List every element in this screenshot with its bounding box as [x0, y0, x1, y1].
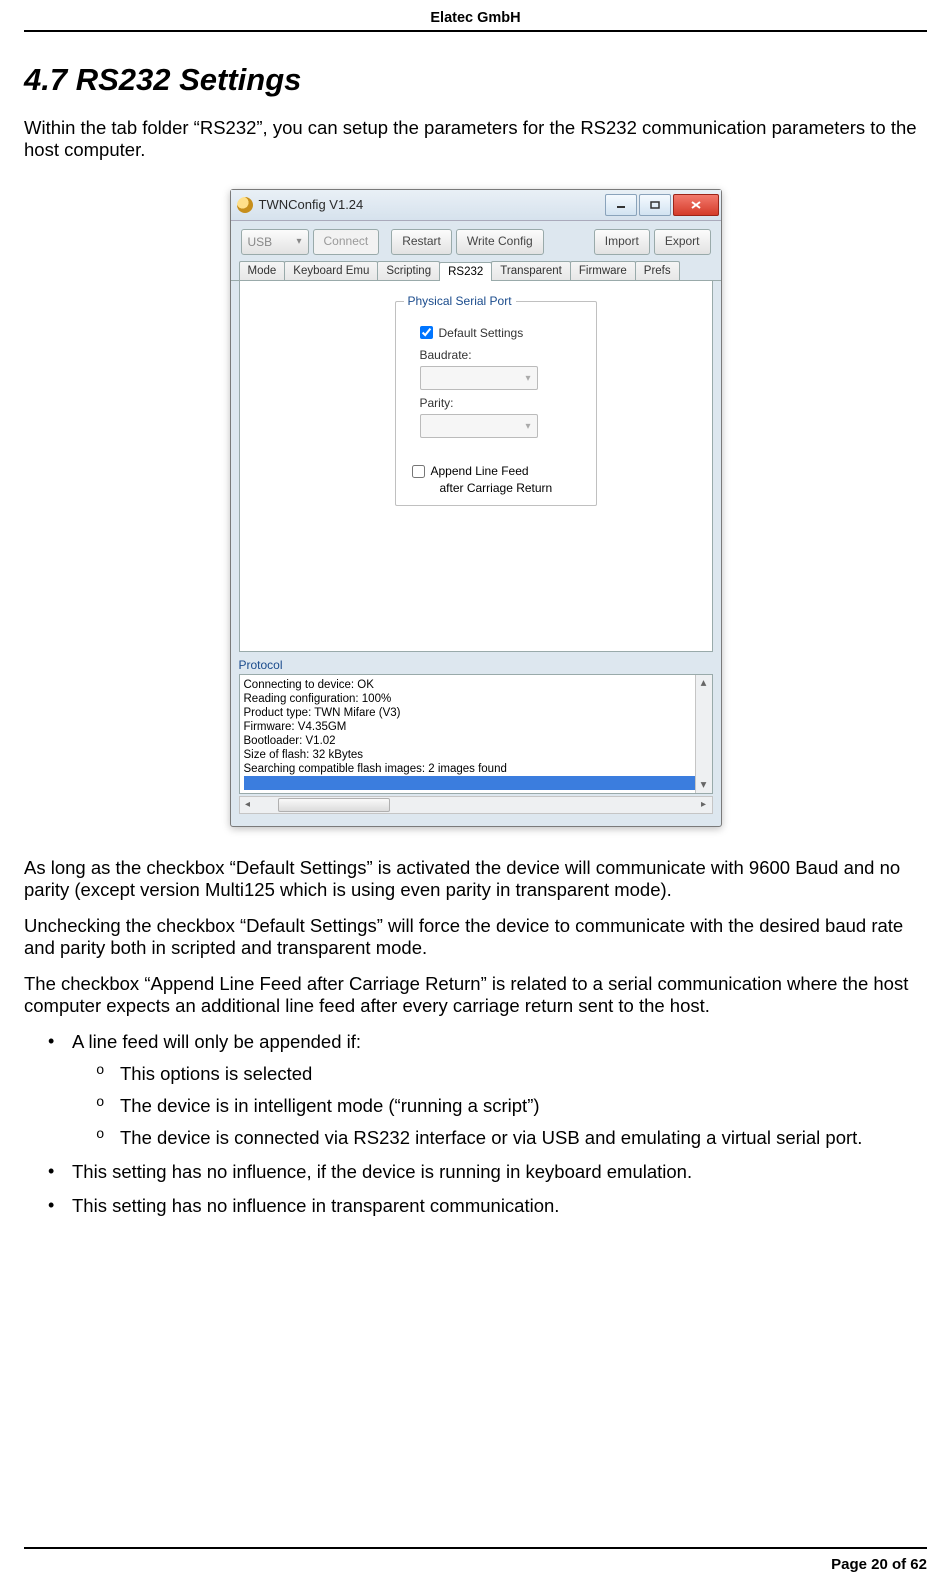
- tab-content: Physical Serial Port Default Settings Ba…: [239, 281, 713, 652]
- sub-bullet-item: The device is connected via RS232 interf…: [72, 1127, 927, 1149]
- connection-select[interactable]: USB: [241, 229, 309, 255]
- groupbox-title: Physical Serial Port: [404, 294, 516, 308]
- scroll-thumb[interactable]: [278, 798, 390, 812]
- protocol-line: Searching compatible flash images: 2 ima…: [244, 762, 708, 776]
- scroll-right-icon[interactable]: ▸: [696, 799, 712, 810]
- restart-button[interactable]: Restart: [391, 229, 452, 255]
- baudrate-label: Baudrate:: [420, 348, 586, 362]
- app-icon: [237, 197, 253, 213]
- paragraph-3: The checkbox “Append Line Feed after Car…: [24, 973, 927, 1017]
- tab-keyboard-emu[interactable]: Keyboard Emu: [284, 261, 378, 280]
- append-lf-label-line1: Append Line Feed: [431, 464, 529, 478]
- protocol-vertical-scrollbar[interactable]: ▴ ▾: [695, 675, 712, 793]
- protocol-line: Connecting to device: OK: [244, 678, 708, 692]
- protocol-line: Product type: TWN Mifare (V3): [244, 706, 708, 720]
- paragraph-2: Unchecking the checkbox “Default Setting…: [24, 915, 927, 959]
- protocol-box: Connecting to device: OK Reading configu…: [239, 674, 713, 794]
- tab-firmware[interactable]: Firmware: [570, 261, 636, 280]
- header-rule: [24, 30, 927, 32]
- append-lf-checkbox-input[interactable]: [412, 465, 425, 478]
- default-settings-label: Default Settings: [439, 326, 524, 340]
- maximize-button[interactable]: [639, 194, 671, 216]
- scroll-up-icon[interactable]: ▴: [696, 675, 712, 691]
- default-settings-checkbox[interactable]: Default Settings: [420, 326, 524, 340]
- scroll-left-icon[interactable]: ◂: [240, 799, 256, 810]
- section-heading: 4.7 RS232 Settings: [24, 62, 927, 98]
- tab-scripting[interactable]: Scripting: [377, 261, 440, 280]
- export-button[interactable]: Export: [654, 229, 711, 255]
- protocol-label: Protocol: [239, 658, 713, 672]
- append-lf-checkbox[interactable]: Append Line Feed: [412, 464, 529, 478]
- protocol-line: Reading configuration: 100%: [244, 692, 708, 706]
- tab-strip: Mode Keyboard Emu Scripting RS232 Transp…: [231, 261, 721, 281]
- sub-bullet-item: This options is selected: [72, 1063, 927, 1085]
- import-button[interactable]: Import: [594, 229, 650, 255]
- parity-select[interactable]: [420, 414, 538, 438]
- tab-prefs[interactable]: Prefs: [635, 261, 680, 280]
- toolbar: USB Connect Restart Write Config Import …: [231, 221, 721, 259]
- connect-button[interactable]: Connect: [313, 229, 380, 255]
- minimize-button[interactable]: [605, 194, 637, 216]
- protocol-horizontal-scrollbar[interactable]: ◂ ▸: [239, 796, 713, 814]
- write-config-button[interactable]: Write Config: [456, 229, 544, 255]
- scroll-down-icon[interactable]: ▾: [696, 777, 712, 793]
- footer-rule: [24, 1547, 927, 1549]
- protocol-line: Firmware: V4.35GM: [244, 720, 708, 734]
- close-button[interactable]: [673, 194, 719, 216]
- parity-label: Parity:: [420, 396, 586, 410]
- protocol-selection-bar: [244, 776, 708, 790]
- tab-mode[interactable]: Mode: [239, 261, 286, 280]
- baudrate-select[interactable]: [420, 366, 538, 390]
- bullet-text: A line feed will only be appended if:: [72, 1031, 361, 1052]
- page-header-company: Elatec GmbH: [24, 0, 927, 26]
- window-title: TWNConfig V1.24: [259, 197, 605, 212]
- page-number: Page 20 of 62: [831, 1556, 927, 1573]
- paragraph-1: As long as the checkbox “Default Setting…: [24, 857, 927, 901]
- sub-bullet-item: The device is in intelligent mode (“runn…: [72, 1095, 927, 1117]
- protocol-line: Size of flash: 32 kBytes: [244, 748, 708, 762]
- window-titlebar: TWNConfig V1.24: [231, 190, 721, 221]
- bullet-item: This setting has no influence in transpa…: [24, 1195, 927, 1217]
- tab-transparent[interactable]: Transparent: [491, 261, 571, 280]
- bullet-item: A line feed will only be appended if: Th…: [24, 1031, 927, 1149]
- protocol-line: Bootloader: V1.02: [244, 734, 708, 748]
- app-window: TWNConfig V1.24 USB Connect: [230, 189, 722, 827]
- tab-rs232[interactable]: RS232: [439, 262, 492, 281]
- physical-serial-port-group: Physical Serial Port Default Settings Ba…: [395, 301, 597, 506]
- intro-paragraph: Within the tab folder “RS232”, you can s…: [24, 117, 927, 161]
- append-lf-label-line2: after Carriage Return: [440, 481, 586, 495]
- bullet-item: This setting has no influence, if the de…: [24, 1161, 927, 1183]
- default-settings-checkbox-input[interactable]: [420, 326, 433, 339]
